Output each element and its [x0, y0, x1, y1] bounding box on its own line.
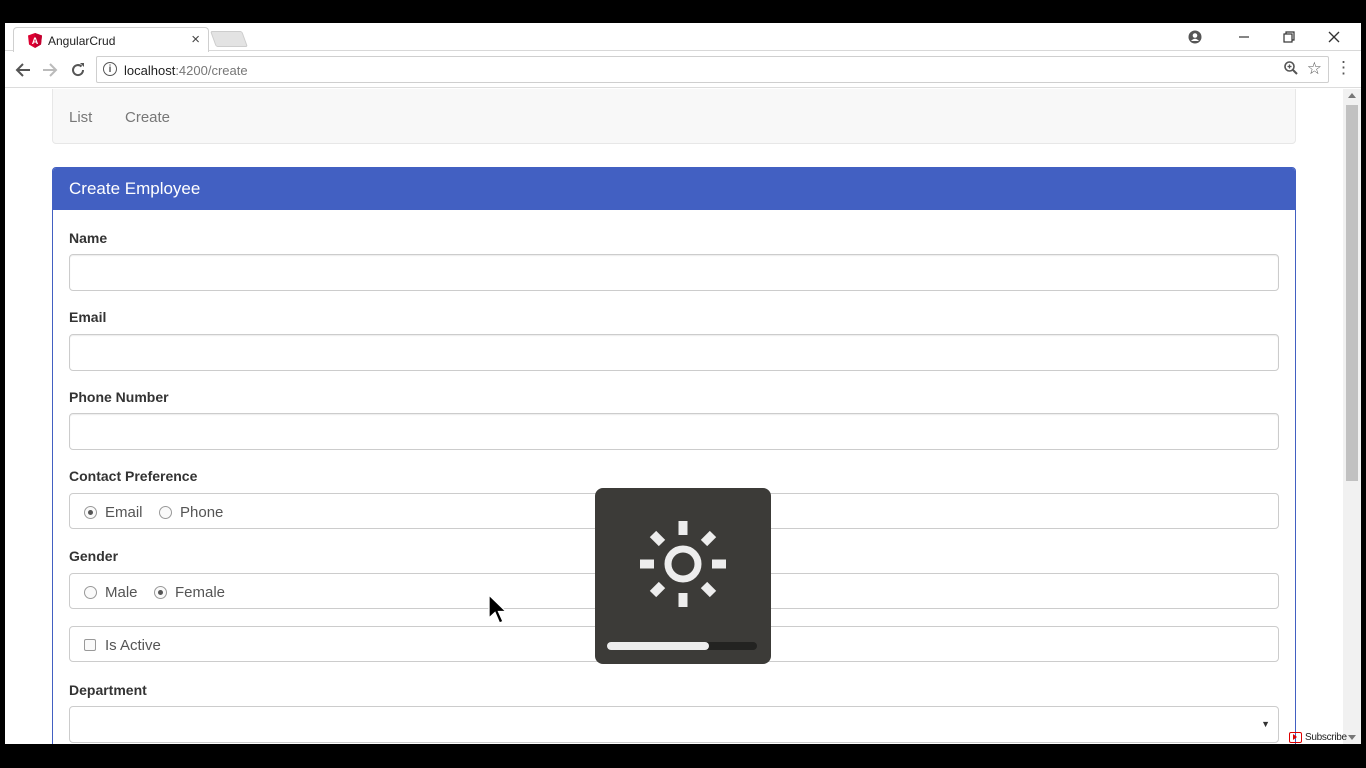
- brightness-level-fill: [607, 642, 709, 650]
- department-label: Department: [69, 682, 147, 698]
- email-input[interactable]: [69, 334, 1279, 371]
- svg-text:A: A: [32, 36, 39, 46]
- contact-email-radio[interactable]: [84, 506, 97, 519]
- tab-title: AngularCrud: [48, 34, 116, 48]
- angular-logo-icon: A: [28, 33, 42, 48]
- url-path: :4200/create: [175, 63, 248, 78]
- brightness-level-bar: [607, 642, 757, 650]
- gender-label: Gender: [69, 548, 119, 564]
- gender-female-label[interactable]: Female: [175, 584, 225, 601]
- zoom-icon[interactable]: [1284, 61, 1298, 79]
- kebab-menu-icon[interactable]: ⋮: [1335, 58, 1352, 78]
- is-active-label[interactable]: Is Active: [105, 637, 161, 654]
- scroll-up-icon[interactable]: [1348, 93, 1356, 98]
- brightness-sun-icon: [640, 521, 726, 607]
- close-tab-icon[interactable]: ×: [191, 31, 200, 48]
- youtube-logo-icon: [1289, 731, 1302, 743]
- nav-link-list[interactable]: List: [69, 109, 92, 126]
- gender-male-radio[interactable]: [84, 586, 97, 599]
- name-label: Name: [69, 230, 108, 246]
- youtube-subscribe-button[interactable]: Subscribe: [1289, 730, 1347, 744]
- dropdown-arrow-icon: ▼: [1261, 719, 1270, 729]
- arrow-left-icon[interactable]: [11, 58, 35, 82]
- url-host: localhost: [124, 63, 176, 78]
- gender-female-radio[interactable]: [154, 586, 167, 599]
- panel-title: Create Employee: [69, 179, 201, 198]
- contact-preference-label: Contact Preference: [69, 468, 198, 484]
- url-text: localhost:4200/create: [124, 63, 248, 78]
- address-bar[interactable]: i localhost:4200/create ☆: [96, 56, 1329, 83]
- new-tab-button[interactable]: [210, 31, 248, 47]
- mouse-cursor-icon: [488, 594, 508, 624]
- scroll-down-icon[interactable]: [1348, 735, 1356, 740]
- phone-label: Phone Number: [69, 389, 169, 405]
- restore-icon[interactable]: [1277, 28, 1301, 46]
- close-icon[interactable]: [1322, 28, 1346, 46]
- star-icon[interactable]: ☆: [1307, 59, 1322, 79]
- reload-icon[interactable]: [66, 58, 90, 82]
- minimize-icon[interactable]: [1232, 28, 1256, 46]
- account-icon[interactable]: [1183, 28, 1207, 46]
- gender-male-label[interactable]: Male: [105, 584, 138, 601]
- info-icon[interactable]: i: [103, 62, 117, 76]
- app-navbar: List Create: [52, 89, 1296, 144]
- page-scrollbar[interactable]: [1343, 89, 1361, 744]
- tab-strip: A AngularCrud ×: [5, 23, 1361, 52]
- browser-tab[interactable]: A AngularCrud ×: [13, 27, 209, 52]
- panel-heading: Create Employee: [53, 168, 1295, 210]
- department-select[interactable]: ▼: [69, 706, 1279, 743]
- contact-email-label[interactable]: Email: [105, 504, 143, 521]
- arrow-right-icon[interactable]: [38, 58, 62, 82]
- is-active-checkbox[interactable]: [84, 639, 96, 651]
- scroll-thumb[interactable]: [1346, 105, 1358, 481]
- email-label: Email: [69, 309, 107, 325]
- phone-input[interactable]: [69, 413, 1279, 450]
- nav-link-create[interactable]: Create: [125, 109, 170, 126]
- contact-phone-radio[interactable]: [159, 506, 172, 519]
- browser-toolbar: i localhost:4200/create ☆ ⋮: [5, 52, 1361, 88]
- contact-phone-label[interactable]: Phone: [180, 504, 223, 521]
- name-input[interactable]: [69, 254, 1279, 291]
- subscribe-label: Subscribe: [1305, 731, 1347, 743]
- brightness-overlay: [595, 488, 771, 664]
